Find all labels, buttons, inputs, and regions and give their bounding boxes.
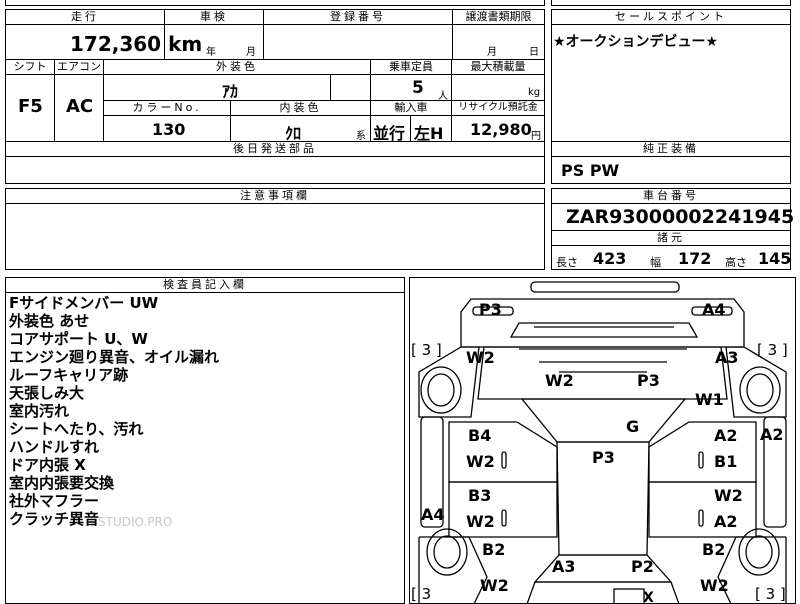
genuine-equip-header: 純正装備 xyxy=(551,141,791,157)
note-item: 室内内張要交換 xyxy=(9,474,115,492)
later-parts-header: 後日発送部品 xyxy=(5,141,545,157)
damage-marks: P3 A4 [ 3 ] [ 3 ] W2 A3 W2 P3 W1 A2 G B4… xyxy=(411,300,788,604)
note-item: ルーフキャリア跡 xyxy=(9,366,129,384)
mark-w2-rrear: W2 xyxy=(700,576,729,595)
note-item: ハンドルすれ xyxy=(9,438,100,456)
mark-b1-rdoor: B1 xyxy=(714,452,737,471)
mark-b4-ldoor: B4 xyxy=(468,426,491,445)
note-item: シートへたり、汚れ xyxy=(9,420,144,438)
mark-w2-rrdoor: W2 xyxy=(714,486,743,505)
ac-value: AC xyxy=(66,96,94,117)
note-item: 室内汚れ xyxy=(9,402,70,420)
exterior-color-value: ｱｶ xyxy=(222,82,239,101)
dimensions-header: 諸元 xyxy=(551,230,791,246)
width-label: 幅 xyxy=(650,256,661,269)
mark-tire-rf: [ 3 ] xyxy=(757,341,788,359)
capacity-header: 乗車定員 xyxy=(370,59,452,75)
mark-w2-lrdoor: W2 xyxy=(466,512,495,531)
inspection-header: 車検 xyxy=(164,9,264,25)
mark-w2-lf: W2 xyxy=(466,348,495,367)
sales-point-header: セールスポイント xyxy=(551,9,791,25)
width-value: 172 xyxy=(678,249,712,268)
import-divider xyxy=(410,115,411,142)
registration-header: 登録番号 xyxy=(263,9,453,25)
color-no-header: カラーNo. xyxy=(103,100,231,116)
inspection-month-unit: 月 xyxy=(246,47,256,58)
note-item: Fサイドメンバー UW xyxy=(9,294,159,312)
later-parts-cell xyxy=(5,156,545,184)
sales-point-text: ★オークションデビュー★ xyxy=(553,34,719,50)
recycle-header: リサイクル預託金 xyxy=(451,100,545,116)
mark-p2-trunk: P2 xyxy=(631,557,654,576)
chassis-header: 車台番号 xyxy=(551,188,791,204)
color-no-value: 130 xyxy=(152,120,186,139)
ac-header: エアコン xyxy=(54,59,104,75)
shift-header: シフト xyxy=(5,59,55,75)
exterior-color-header: 外装色 xyxy=(103,59,371,75)
transfer-day-unit: 日 xyxy=(529,47,539,58)
watermark: STUDIO.PRO xyxy=(98,515,173,529)
note-item: 社外マフラー xyxy=(9,492,100,510)
mark-b2-rr: B2 xyxy=(702,540,725,559)
mark-tire-rr: [ 3 ] xyxy=(755,585,786,603)
max-load-header: 最大積載量 xyxy=(451,59,545,75)
interior-color-header: 内装色 xyxy=(230,100,371,116)
mark-a2-rdoor: A2 xyxy=(714,426,738,445)
caution-header: 注意事項欄 xyxy=(5,188,545,204)
transfer-month-unit: 月 xyxy=(487,47,497,58)
inspector-notes-list: Fサイドメンバー UW 外装色 あせ コアサポート U、W エンジン廻り異音、オ… xyxy=(9,294,219,528)
mark-p3-hood: P3 xyxy=(637,371,660,390)
capacity-value: 5 xyxy=(412,78,424,98)
length-label: 長さ xyxy=(556,256,578,269)
mark-a2-rside: A2 xyxy=(760,425,784,444)
exterior-color-sub xyxy=(330,74,371,101)
note-item: 天張しみ大 xyxy=(9,384,85,402)
note-item: 外装色 あせ xyxy=(9,312,90,330)
note-item: ドア内張 X xyxy=(9,456,86,474)
height-label: 高さ xyxy=(725,256,747,269)
dimensions-cell xyxy=(551,245,791,270)
import-header: 輸入車 xyxy=(370,100,452,116)
wheels xyxy=(420,366,781,576)
note-item: エンジン廻り異音、オイル漏れ xyxy=(9,348,220,366)
mark-w2-lrear: W2 xyxy=(480,576,509,595)
mark-tire-lr: [ 3 xyxy=(411,585,431,603)
top-strip-right xyxy=(551,0,791,6)
recycle-value: 12,980 xyxy=(470,120,532,139)
mark-p3-tl: P3 xyxy=(479,300,502,319)
mark-p3-roof: P3 xyxy=(592,448,615,467)
inspector-header: 検査員記入欄 xyxy=(5,277,405,293)
mark-x-rear: X xyxy=(643,590,654,604)
mark-a3-rf: A3 xyxy=(715,348,739,367)
mark-b2-lr: B2 xyxy=(482,540,505,559)
car-diagram: P3 A4 [ 3 ] [ 3 ] W2 A3 W2 P3 W1 A2 G B4… xyxy=(411,281,788,604)
interior-color-unit: 系 xyxy=(356,131,366,142)
top-strip xyxy=(5,0,545,6)
mark-g-center: G xyxy=(626,417,639,436)
mileage-header: 走行 xyxy=(5,9,165,25)
shift-value: F5 xyxy=(18,96,43,117)
genuine-equip-value: PS PW xyxy=(561,161,620,180)
inspection-year-unit: 年 xyxy=(206,47,216,58)
mark-w2-ldoor: W2 xyxy=(466,452,495,471)
max-load-unit: kg xyxy=(528,87,541,98)
mark-w2-hood: W2 xyxy=(545,371,574,390)
length-value: 423 xyxy=(593,249,627,268)
chassis-value: ZAR93000002241945 xyxy=(566,206,795,228)
caution-cell xyxy=(5,203,545,270)
mark-a2-rrdoor: A2 xyxy=(714,512,738,531)
mark-tire-lf: [ 3 ] xyxy=(411,341,442,359)
registration-cell xyxy=(263,24,453,60)
recycle-unit: 円 xyxy=(531,131,541,142)
transfer-header: 譲渡書類期限 xyxy=(452,9,545,25)
mark-w1-rf: W1 xyxy=(695,390,724,409)
height-value: 145 xyxy=(758,249,792,268)
mark-b3-lrdoor: B3 xyxy=(468,486,491,505)
mark-a3-trunk: A3 xyxy=(552,557,576,576)
mark-a4-lside: A4 xyxy=(421,505,445,524)
note-item: コアサポート U、W xyxy=(9,330,148,348)
mark-a4-tr: A4 xyxy=(702,300,726,319)
